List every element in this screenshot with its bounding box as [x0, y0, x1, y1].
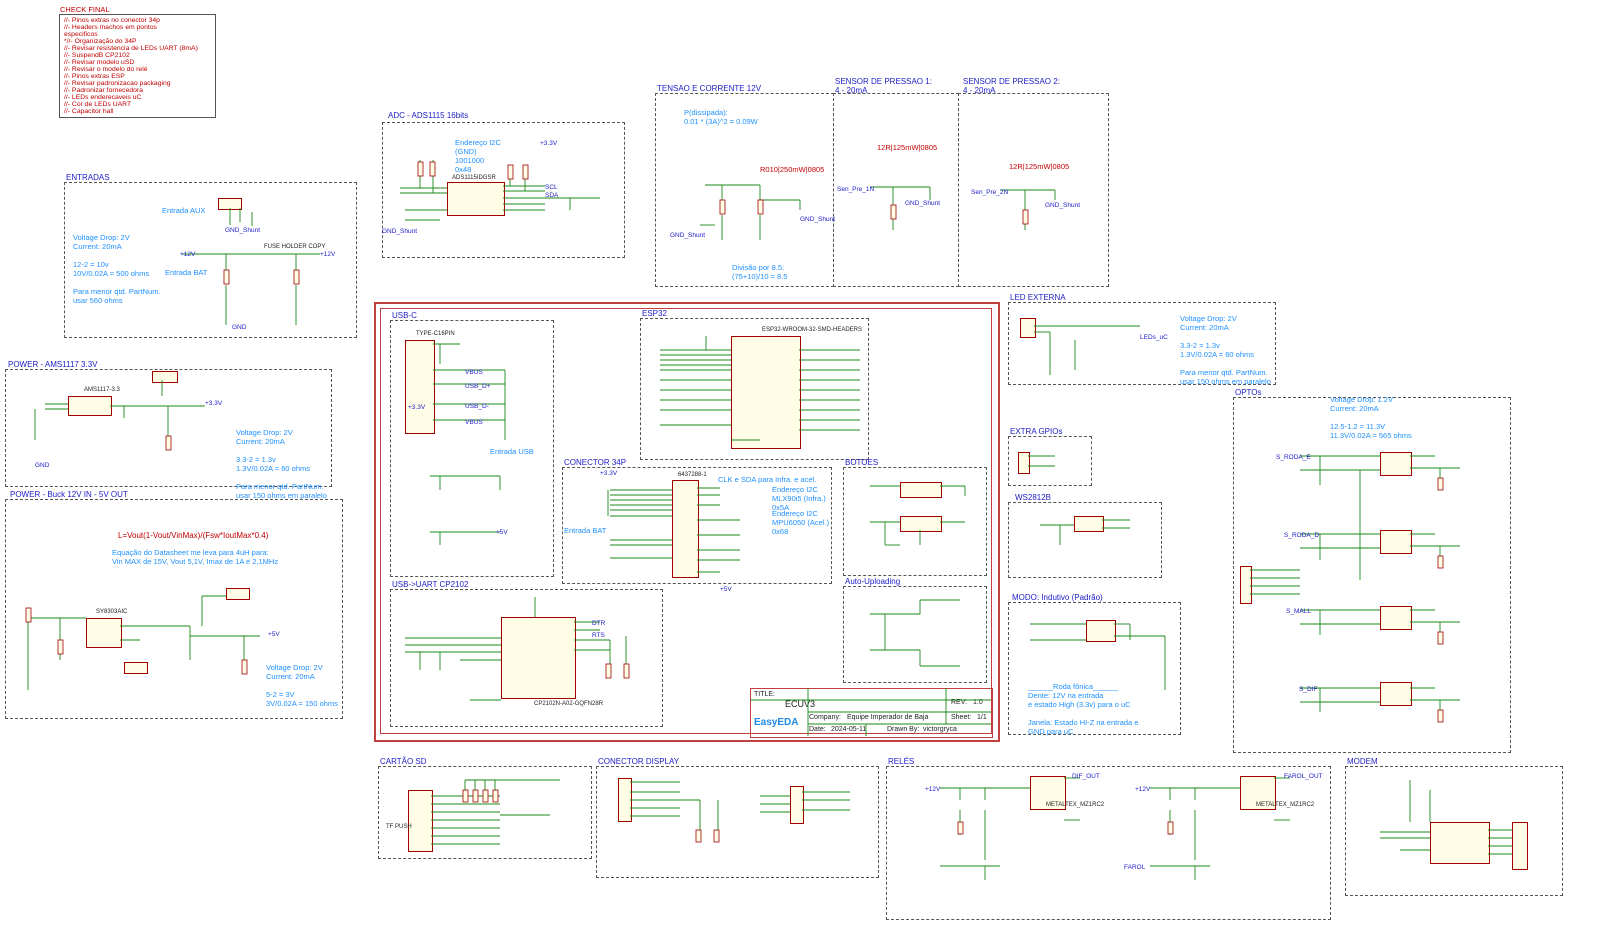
net-label: Sen_Pre_2N — [971, 189, 1009, 196]
net-label: GND_Shunt — [382, 228, 418, 235]
net-label: S_MALL — [1286, 608, 1311, 615]
resistor — [623, 663, 630, 679]
net-label: +5V — [496, 529, 508, 536]
resistor — [1437, 555, 1444, 569]
net-label: +12V — [925, 786, 941, 793]
net-label: S_RODA_E — [1276, 454, 1311, 461]
resistor — [1437, 709, 1444, 723]
resistor — [507, 164, 514, 180]
net-label: LEDs_uC — [1140, 334, 1168, 341]
schematic-sheet: CHECK FINAL //- Pinos extras no conector… — [0, 0, 1600, 942]
resistor — [223, 269, 230, 285]
resistor — [293, 269, 300, 285]
net-label: +12V — [180, 251, 196, 258]
net-label: +3.3V — [408, 404, 426, 411]
wire-layer — [25, 160, 1512, 880]
resistor — [482, 789, 489, 803]
resistor — [605, 663, 612, 679]
resistor — [472, 789, 479, 803]
resistor — [957, 821, 964, 835]
net-label: SDA — [545, 192, 559, 199]
net-label: S_DIF — [1299, 686, 1318, 693]
resistor — [1167, 821, 1174, 835]
resistor — [25, 607, 32, 623]
net-label: FAROL — [1124, 864, 1146, 871]
net-label: +5V — [720, 586, 732, 593]
net-label: GND — [35, 462, 50, 469]
resistor — [57, 639, 64, 655]
net-label: DTR — [592, 620, 606, 627]
net-label: GND_Shunt — [905, 200, 941, 207]
net-label: +5V — [268, 631, 280, 638]
net-label: RTS — [592, 632, 605, 639]
net-label: SCL — [545, 184, 558, 191]
net-label: USB_D+ — [465, 383, 491, 390]
net-label: FAROL_OUT — [1284, 773, 1323, 780]
net-label: +3.3V — [540, 140, 558, 147]
net-label: USB_D- — [465, 403, 489, 410]
net-label: VBUS — [465, 419, 483, 426]
resistor — [1022, 209, 1029, 225]
resistor — [757, 199, 764, 215]
net-label: GND — [232, 324, 247, 331]
resistor — [417, 161, 424, 177]
net-label: GND_Shunt — [225, 227, 261, 234]
resistor — [429, 161, 436, 177]
resistor — [241, 659, 248, 675]
net-label: GND_Shunt — [670, 232, 706, 239]
net-label: +3.3V — [205, 400, 223, 407]
resistor — [522, 164, 529, 180]
net-label: +3.3V — [600, 470, 618, 477]
resistor — [492, 789, 499, 803]
net-label: VBUS — [465, 369, 483, 376]
net-label: GND_Shunt — [1045, 202, 1081, 209]
net-label: DIF_OUT — [1072, 773, 1100, 780]
resistor — [165, 435, 172, 451]
resistor — [713, 829, 720, 843]
resistor — [1437, 631, 1444, 645]
net-label: +12V — [320, 251, 336, 258]
resistor — [462, 789, 469, 803]
resistor — [890, 204, 897, 220]
net-label: Sen_Pre_1N — [837, 186, 875, 193]
resistor — [1437, 477, 1444, 491]
net-label: S_RODA_D — [1284, 532, 1320, 539]
resistor — [719, 199, 726, 215]
resistor — [695, 829, 702, 843]
net-label: GND_Shunt — [800, 216, 836, 223]
net-label: +12V — [1135, 786, 1151, 793]
